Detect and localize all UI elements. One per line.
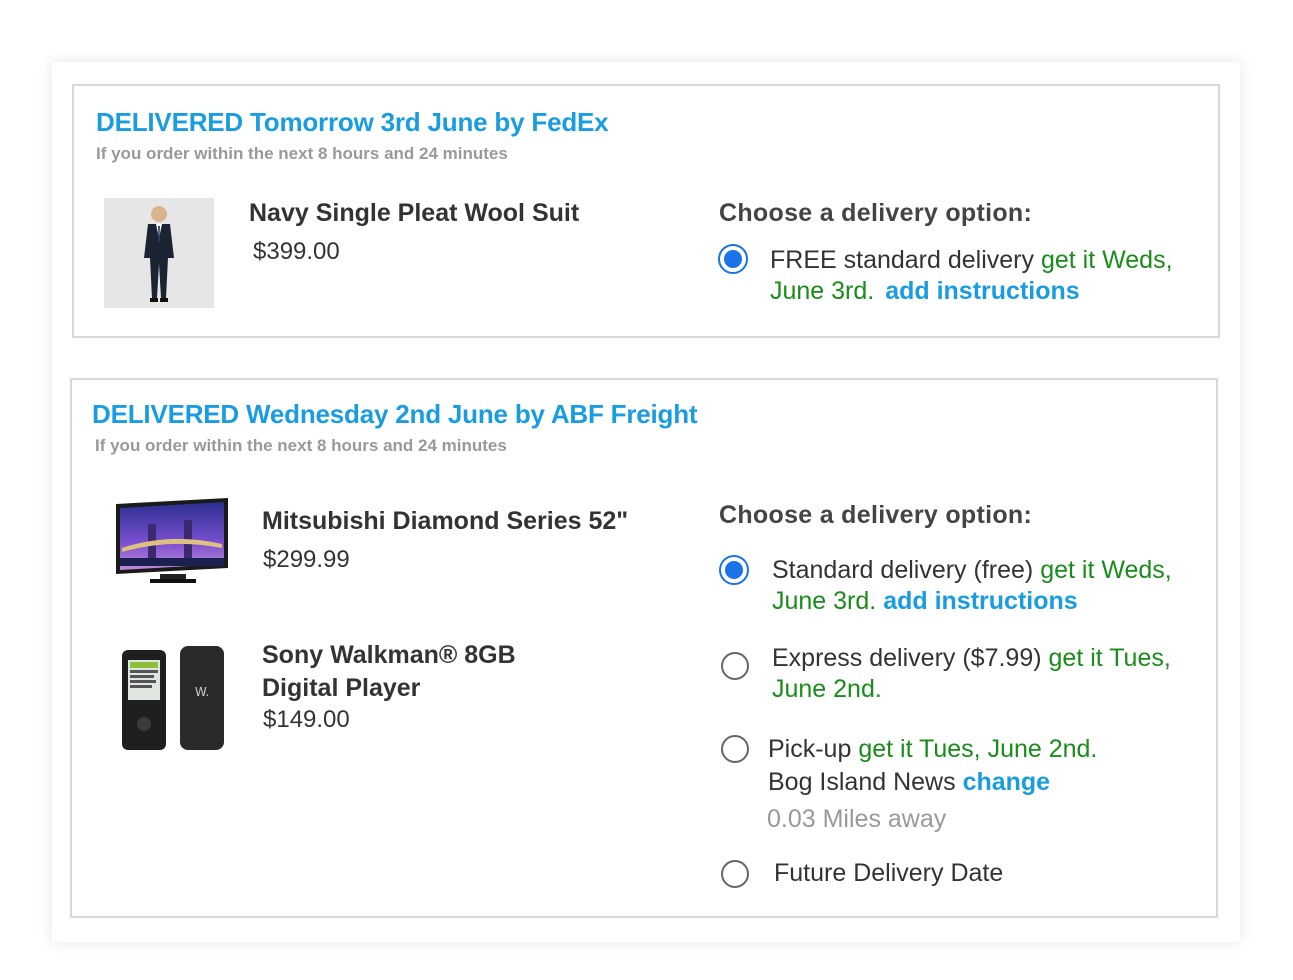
standard-delivery-line2: June 3rd. add instructions — [772, 586, 1078, 617]
product-name[interactable]: Navy Single Pleat Wool Suit — [249, 197, 579, 230]
tv-product-image — [116, 498, 228, 583]
standard-delivery-line1: Standard delivery (free) get it Weds, — [772, 555, 1172, 586]
add-instructions-link[interactable]: add instructions — [885, 277, 1079, 305]
suit-product-image — [104, 198, 214, 308]
product-name-line1[interactable]: Sony Walkman® 8GB — [262, 639, 516, 672]
delivery-option-line2: June 3rd. add instructions — [770, 276, 1080, 307]
shipment-heading: DELIVERED Wednesday 2nd June by ABF Frei… — [92, 399, 698, 429]
delivery-option-line1: FREE standard delivery get it Weds, — [770, 245, 1173, 276]
express-delivery-line1: Express delivery ($7.99) get it Tues, — [772, 643, 1171, 674]
pickup-location: Bog Island News — [768, 768, 956, 796]
option-eta-date: June 2nd. — [772, 675, 882, 703]
express-delivery-line2: June 2nd. — [772, 674, 882, 705]
option-label: Express delivery ($7.99) — [772, 644, 1042, 672]
product-price: $299.99 — [263, 546, 350, 573]
shipment-subheading: If you order within the next 8 hours and… — [95, 436, 507, 455]
option-label: FREE standard delivery — [770, 246, 1035, 274]
shipment-heading: DELIVERED Tomorrow 3rd June by FedEx — [96, 107, 609, 137]
change-location-link[interactable]: change — [963, 768, 1051, 796]
pickup-radio[interactable] — [721, 735, 749, 763]
express-delivery-radio[interactable] — [721, 652, 749, 680]
option-eta: get it Weds, — [1040, 556, 1172, 584]
option-eta-date: June 3rd. — [770, 277, 875, 305]
choose-delivery-label: Choose a delivery option: — [719, 199, 1033, 227]
choose-delivery-label: Choose a delivery option: — [719, 501, 1033, 529]
pickup-distance: 0.03 Miles away — [767, 805, 947, 833]
future-delivery-label: Future Delivery Date — [774, 859, 1004, 887]
product-price: $399.00 — [253, 238, 340, 265]
future-delivery-radio[interactable] — [721, 860, 749, 888]
option-eta: get it Tues, — [1048, 644, 1171, 672]
option-eta: get it Tues, June 2nd. — [858, 735, 1098, 763]
product-name-line2[interactable]: Digital Player — [262, 672, 420, 705]
delivery-option-radio-selected[interactable] — [718, 244, 748, 274]
product-price: $149.00 — [263, 706, 350, 733]
pickup-line2: Bog Island News change — [768, 767, 1050, 798]
walkman-product-image: W. — [122, 646, 224, 750]
option-label: Pick-up — [768, 735, 852, 763]
option-label: Standard delivery (free) — [772, 556, 1034, 584]
option-eta: get it Weds, — [1040, 246, 1173, 274]
option-eta-date: June 3rd. — [772, 587, 877, 615]
add-instructions-link[interactable]: add instructions — [883, 587, 1077, 615]
shipment-subheading: If you order within the next 8 hours and… — [96, 144, 508, 163]
standard-delivery-radio[interactable] — [719, 555, 749, 585]
product-name[interactable]: Mitsubishi Diamond Series 52" — [262, 505, 628, 538]
svg-text:W.: W. — [195, 685, 209, 699]
pickup-line1: Pick-up get it Tues, June 2nd. — [768, 734, 1097, 765]
